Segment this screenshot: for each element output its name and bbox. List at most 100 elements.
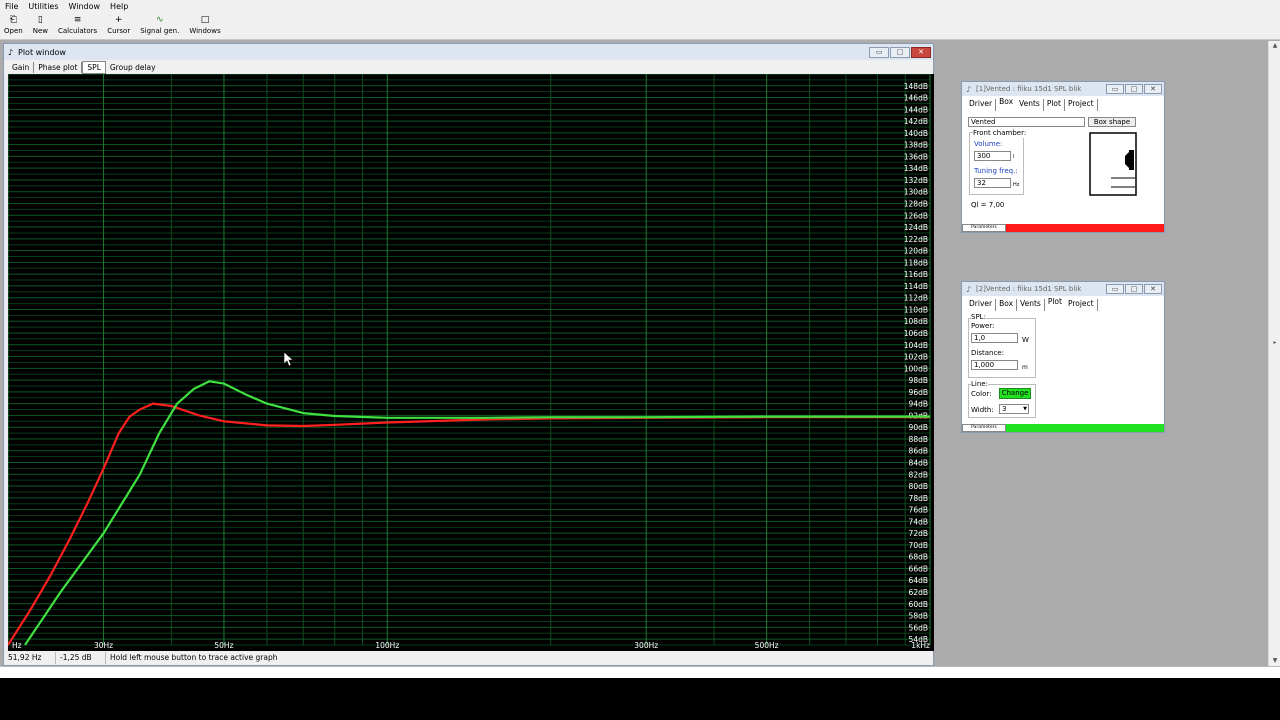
y-tick-label: 68dB	[909, 553, 928, 562]
calculators-label: Calculators	[57, 27, 98, 35]
graph-color-swatch	[1006, 424, 1164, 432]
window2-titlebar[interactable]: ♪ [2]Vented : fiiku 15d1 SPL blik ▭ □ ✕	[962, 282, 1164, 296]
calculators-button[interactable]: ≡ Calculators	[54, 13, 101, 39]
y-tick-label: 106dB	[904, 329, 928, 338]
y-tick-label: 58dB	[909, 612, 928, 621]
signal-generator-label: Signal gen.	[140, 27, 180, 35]
y-tick-label: 140dB	[904, 129, 928, 138]
y-tick-label: 122dB	[904, 235, 928, 244]
tab-plot[interactable]: Plot	[1044, 99, 1065, 111]
minimize-icon[interactable]: ▭	[1106, 84, 1124, 94]
minimize-icon[interactable]: ▭	[1106, 284, 1124, 294]
close-icon[interactable]: ✕	[911, 46, 931, 58]
maximize-icon[interactable]: □	[1125, 284, 1143, 294]
plot-window-titlebar[interactable]: ♪ Plot window ▭ □ ✕	[4, 44, 933, 60]
y-tick-label: 126dB	[904, 211, 928, 220]
window1-titlebar[interactable]: ♪ [1]Vented : fiiku 15d1 SPL blik ▭ □ ✕	[962, 82, 1164, 96]
tab-vents[interactable]: Vents	[1016, 99, 1044, 111]
tab-phase-plot[interactable]: Phase plot	[34, 61, 83, 73]
y-tick-label: 108dB	[904, 317, 928, 326]
window2-tabs: Driver Box Vents Plot Project	[962, 296, 1164, 311]
box-type-field[interactable]: Vented	[968, 117, 1085, 127]
close-icon[interactable]: ✕	[1144, 284, 1162, 294]
plot-tab-strip: Gain Phase plot SPL Group delay	[4, 60, 933, 74]
front-chamber-label: Front chamber:	[973, 129, 1027, 138]
x-tick-label: 30Hz	[94, 641, 113, 650]
menu-window[interactable]: Window	[64, 0, 106, 13]
box-shape-button[interactable]: Box shape	[1088, 117, 1136, 127]
new-label: New	[32, 27, 48, 35]
menu-help[interactable]: Help	[105, 0, 133, 13]
scroll-up-icon[interactable]: ▲	[1269, 41, 1280, 51]
tab-plot[interactable]: Plot	[1045, 297, 1065, 309]
minimize-icon[interactable]: ▭	[869, 46, 889, 58]
y-tick-label: 132dB	[904, 176, 928, 185]
close-icon[interactable]: ✕	[1144, 84, 1162, 94]
menu-file[interactable]: File	[0, 0, 23, 13]
tab-box[interactable]: Box	[996, 299, 1018, 311]
y-tick-label: 60dB	[909, 600, 928, 609]
tab-group-delay[interactable]: Group delay	[106, 62, 160, 73]
width-select[interactable]: 3 ▼	[999, 404, 1029, 414]
power-input[interactable]: 1,0	[971, 333, 1018, 343]
change-color-button[interactable]: Change	[999, 388, 1031, 399]
y-tick-label: 148dB	[904, 82, 928, 91]
y-tick-label: 104dB	[904, 341, 928, 350]
window1-title: [1]Vented : fiiku 15d1 SPL blik	[976, 85, 1082, 93]
windows-button[interactable]: □ Windows	[185, 13, 224, 39]
tab-vents[interactable]: Vents	[1017, 299, 1045, 311]
tab-driver[interactable]: Driver	[966, 99, 997, 111]
y-tick-label: 76dB	[909, 506, 928, 515]
x-tick-label: 300Hz	[634, 641, 658, 650]
menu-utilities[interactable]: Utilities	[23, 0, 63, 13]
y-tick-label: 70dB	[909, 541, 928, 550]
y-tick-label: 136dB	[904, 152, 928, 161]
y-tick-label: 110dB	[904, 305, 928, 314]
ql-readout: Ql = 7,00	[971, 201, 1005, 209]
volume-input[interactable]: 300	[974, 151, 1011, 161]
scroll-thumb-icon[interactable]: ▸	[1269, 338, 1280, 348]
parameters-tab[interactable]: Parameters	[962, 224, 1006, 232]
tuning-freq-label: Tuning freq.:	[974, 167, 1018, 175]
windows-label: Windows	[189, 27, 221, 35]
application-window: File Utilities Window Help ⎗ Open ▯ New …	[0, 0, 1280, 678]
cursor-button[interactable]: + Cursor	[103, 13, 134, 39]
tab-driver[interactable]: Driver	[966, 299, 997, 311]
status-db: -1,25 dB	[56, 652, 106, 664]
spl-chart[interactable]: 148dB 146dB 144dB 142dB 140dB 138dB 136dB 134dB…	[8, 74, 934, 651]
cursor-label: Cursor	[107, 27, 131, 35]
tab-spl[interactable]: SPL	[82, 60, 106, 74]
signal-generator-button[interactable]: ∿ Signal gen.	[136, 13, 183, 39]
distance-label: Distance:	[971, 349, 1004, 357]
y-tick-label: 98dB	[909, 376, 928, 385]
new-button[interactable]: ▯ New	[29, 13, 52, 39]
tab-box[interactable]: Box	[996, 97, 1016, 109]
maximize-icon[interactable]: □	[1125, 84, 1143, 94]
vertical-scrollbar[interactable]: ▲ ▸ ▼	[1268, 41, 1280, 666]
scroll-down-icon[interactable]: ▼	[1269, 656, 1280, 666]
x-tick-label: 50Hz	[214, 641, 233, 650]
window2-parameters-strip: Parameters	[962, 424, 1164, 432]
maximize-icon[interactable]: □	[890, 46, 910, 58]
mouse-cursor-icon	[283, 351, 294, 367]
spl-plot-area[interactable]: 148dB 146dB 144dB 142dB 140dB 138dB 136dB 134dB…	[8, 74, 934, 651]
y-tick-label: 90dB	[909, 423, 928, 432]
parameters-tab[interactable]: Parameters	[962, 424, 1006, 432]
tab-project[interactable]: Project	[1065, 299, 1098, 311]
distance-input[interactable]: 1,000	[971, 360, 1018, 370]
y-tick-label: 102dB	[904, 353, 928, 362]
tuning-freq-input[interactable]: 32	[974, 178, 1011, 188]
volume-label: Volume:	[974, 140, 1003, 148]
y-tick-label: 138dB	[904, 141, 928, 150]
chevron-down-icon[interactable]: ▼	[1023, 405, 1027, 414]
open-button[interactable]: ⎗ Open	[0, 13, 27, 39]
window2-app-icon: ♪	[966, 284, 972, 294]
line-label: Line:	[971, 380, 988, 389]
tab-gain[interactable]: Gain	[8, 61, 35, 73]
y-tick-label: 78dB	[909, 494, 928, 503]
tab-project[interactable]: Project	[1065, 99, 1098, 111]
graph-color-swatch	[1006, 224, 1164, 232]
y-tick-label: 64dB	[909, 576, 928, 585]
y-tick-label: 94dB	[909, 400, 928, 409]
window1-tabs: Driver Box Vents Plot Project	[962, 96, 1164, 111]
